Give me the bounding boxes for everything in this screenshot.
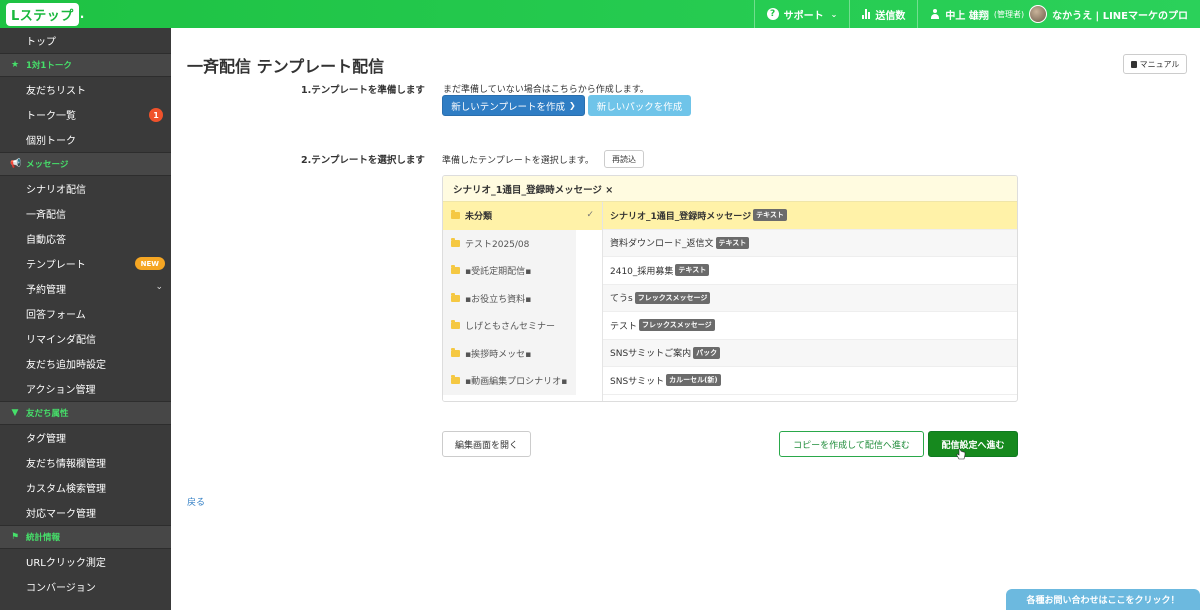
folder-icon [451, 375, 460, 385]
unread-badge: 1 [149, 108, 163, 122]
template-item[interactable]: シナリオ_1通目_登録時メッセージ テキスト [603, 202, 1017, 230]
template-item[interactable]: テスト フレックスメッセージ [603, 312, 1017, 340]
template-list: シナリオ_1通目_登録時メッセージ テキスト 資料ダウンロード_返信文 テキスト 2… [603, 202, 1017, 401]
manual-button[interactable]: マニュアル [1123, 54, 1187, 74]
sidebar-item-scenario[interactable]: シナリオ配信 [0, 176, 171, 201]
new-badge: NEW [134, 257, 165, 270]
new-pack-button[interactable]: 新しいパックを作成 [588, 95, 691, 116]
selected-template-chip[interactable]: シナリオ_1通目_登録時メッセージ × [443, 176, 1017, 202]
step2-label: 2.テンプレートを選択します [301, 155, 425, 166]
template-item[interactable]: SNSサミットご案内 パック [603, 339, 1017, 367]
sidebar-section-stats: ⚑ 統計情報 [0, 525, 171, 549]
step2-hint: 準備したテンプレートを選択します。 [442, 156, 594, 166]
sidebar-item-action[interactable]: アクション管理 [0, 376, 171, 401]
user-name: 中上 雄翔 [945, 10, 989, 22]
logo[interactable]: Lステップ. [6, 2, 84, 26]
new-template-button[interactable]: 新しいテンプレートを作成 ❯ [442, 95, 585, 116]
type-tag: フレックスメッセージ [634, 291, 711, 304]
logo-text: Lステップ [6, 2, 79, 26]
support-menu[interactable]: ? サポート ⌄ [753, 0, 850, 28]
sidebar-item-custom-search[interactable]: カスタム検索管理 [0, 475, 171, 500]
hand-cursor-icon [956, 448, 966, 460]
type-tag: フレックスメッセージ [639, 319, 715, 332]
folder-item[interactable]: ▪動画編集プロシナリオ▪ [443, 367, 602, 395]
support-label: サポート [783, 10, 824, 22]
type-tag: パック [693, 346, 721, 359]
sent-count-label: 送信数 [875, 10, 906, 22]
sidebar-item-reservation[interactable]: 予約管理 ⌄ [0, 276, 171, 301]
header-right: ? サポート ⌄ 送信数 中上 雄翔 (管理者) なかうえ | LINEマーケの… [753, 0, 1200, 28]
question-icon: ? [766, 8, 779, 20]
folder-icon [451, 237, 460, 247]
folder-item[interactable]: ▪受託定期配信▪ [443, 257, 602, 285]
proceed-to-settings-button[interactable]: 配信設定へ進む [928, 431, 1018, 457]
folder-icon [451, 347, 460, 357]
main-content: 一斉配信 テンプレート配信 マニュアル 1.テンプレートを準備します まだ準備し… [171, 28, 1200, 610]
open-editor-button[interactable]: 編集画面を開く [442, 431, 531, 457]
sidebar-item-url-click[interactable]: URLクリック測定 [0, 549, 171, 574]
chevron-down-icon: ⌄ [830, 9, 838, 19]
type-tag: テキスト [715, 236, 750, 249]
step1-hint: まだ準備していない場合はこちらから作成します。 [443, 85, 649, 95]
folder-icon [451, 320, 460, 330]
reload-button[interactable]: 再読込 [604, 150, 644, 168]
book-icon [1130, 60, 1137, 68]
folder-item[interactable]: ▪お役立ち資料▪ [443, 284, 602, 312]
sidebar-item-auto-reply[interactable]: 自動応答 [0, 226, 171, 251]
type-tag: カルーセル(新) [666, 374, 721, 387]
sidebar-item-talk-list[interactable]: トーク一覧 1 [0, 102, 171, 127]
avatar [1029, 5, 1048, 23]
sidebar-item-answer-form[interactable]: 回答フォーム [0, 301, 171, 326]
chevron-down-icon: ❯ [569, 101, 576, 110]
flag-icon: ⚑ [10, 532, 20, 542]
megaphone-icon: 📢 [10, 159, 22, 169]
user-icon [930, 9, 940, 19]
folder-item[interactable]: しげともさんセミナー [443, 312, 602, 340]
sidebar-item-tags[interactable]: タグ管理 [0, 425, 171, 450]
user-role: (管理者) [993, 9, 1025, 19]
sidebar-item-template[interactable]: テンプレート NEW [0, 251, 171, 276]
sidebar-section-attributes: ▼ 友だち属性 [0, 401, 171, 425]
sidebar-item-top[interactable]: トップ [0, 28, 171, 53]
chevron-down-icon: ⌄ [155, 282, 163, 292]
user-menu[interactable]: 中上 雄翔 (管理者) なかうえ | LINEマーケのプロ [917, 0, 1200, 28]
check-icon: ✓ [586, 210, 594, 220]
page-title: 一斉配信 テンプレート配信 [187, 57, 385, 76]
folder-icon [451, 292, 460, 302]
template-item[interactable]: 2410_採用募集 テキスト [603, 257, 1017, 285]
contact-bar[interactable]: 各種お問い合わせはここをクリック！ [1006, 589, 1200, 610]
account-name: なかうえ | LINEマーケのプロ [1052, 10, 1188, 22]
sidebar-section-message: 📢 メッセージ [0, 152, 171, 176]
folder-item[interactable]: ▪挨拶時メッセ▪ [443, 339, 602, 367]
step1-label: 1.テンプレートを準備します [301, 85, 425, 96]
sidebar-item-broadcast[interactable]: 一斉配信 [0, 201, 171, 226]
sidebar: トップ ★ 1対1トーク 友だちリスト トーク一覧 1 個別トーク 📢 メッセージ シ… [0, 28, 171, 610]
folder-item[interactable]: 未分類 ✓ [443, 202, 602, 230]
folder-list: 未分類 ✓ テスト2025/08 ▪受託定期配信▪ ▪お役立ち資料▪ しげともさん… [443, 202, 603, 401]
sidebar-item-individual-talk[interactable]: 個別トーク [0, 127, 171, 152]
template-item[interactable]: てうs フレックスメッセージ [603, 284, 1017, 312]
sidebar-item-friend-info[interactable]: 友だち情報欄管理 [0, 450, 171, 475]
sidebar-section-talk: ★ 1対1トーク [0, 53, 171, 77]
sidebar-item-marks[interactable]: 対応マーク管理 [0, 500, 171, 525]
sidebar-item-conversion[interactable]: コンバージョン [0, 574, 171, 599]
folder-icon [451, 265, 460, 275]
template-item[interactable]: SNSサミット カルーセル(新) [603, 367, 1017, 395]
sidebar-item-reminder[interactable]: リマインダ配信 [0, 326, 171, 351]
type-tag: テキスト [753, 209, 787, 222]
copy-and-proceed-button[interactable]: コピーを作成して配信へ進む [779, 431, 924, 457]
sidebar-item-friend-add-settings[interactable]: 友だち追加時設定 [0, 351, 171, 376]
type-tag: テキスト [675, 264, 710, 277]
filter-icon: ▼ [11, 408, 19, 418]
sidebar-item-friends-list[interactable]: 友だちリスト [0, 77, 171, 102]
back-link[interactable]: 戻る [187, 495, 205, 508]
template-selector: シナリオ_1通目_登録時メッセージ × 未分類 ✓ テスト2025/08 ▪受託定… [442, 175, 1018, 402]
folder-item[interactable]: テスト2025/08 [443, 229, 602, 257]
folder-icon [451, 210, 460, 220]
top-header: Lステップ. ? サポート ⌄ 送信数 中上 雄翔 (管理者) なかうえ | L… [0, 0, 1200, 28]
sent-count-link[interactable]: 送信数 [849, 0, 917, 28]
template-item[interactable]: 資料ダウンロード_返信文 テキスト [603, 229, 1017, 257]
bar-chart-icon [862, 9, 871, 19]
star-icon: ★ [10, 60, 20, 70]
